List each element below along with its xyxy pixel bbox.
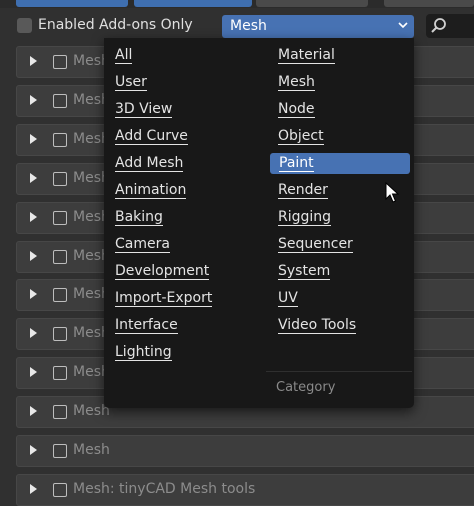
menu-item-material[interactable]: Material	[278, 45, 335, 66]
expand-arrow-icon[interactable]	[30, 172, 37, 183]
enabled-only-label: Enabled Add-ons Only	[38, 17, 193, 33]
menu-item-sequencer[interactable]: Sequencer	[278, 234, 353, 255]
addon-row-label: Mesh: tinyCAD Mesh tools	[73, 480, 256, 497]
category-dropdown[interactable]: Mesh	[222, 15, 414, 38]
menu-item-interface[interactable]: Interface	[115, 315, 178, 336]
addon-row[interactable]: Mesh	[16, 435, 474, 467]
menu-item-add-curve[interactable]: Add Curve	[115, 126, 188, 147]
expand-arrow-icon[interactable]	[30, 133, 37, 144]
menu-item-rigging[interactable]: Rigging	[278, 207, 332, 228]
addon-enable-checkbox[interactable]	[53, 132, 67, 147]
expand-arrow-icon[interactable]	[30, 289, 37, 300]
search-icon	[431, 18, 446, 33]
expand-arrow-icon[interactable]	[30, 94, 37, 105]
mouse-cursor-icon	[385, 182, 399, 203]
menu-item-render[interactable]: Render	[278, 180, 328, 201]
addon-enable-checkbox[interactable]	[53, 327, 67, 342]
menu-footer-title: Category	[276, 380, 336, 395]
category-dropdown-value: Mesh	[230, 18, 267, 34]
menu-item-baking[interactable]: Baking	[115, 207, 163, 228]
menu-item-development[interactable]: Development	[115, 261, 210, 282]
menu-item-node[interactable]: Node	[278, 99, 315, 120]
menu-item-camera[interactable]: Camera	[115, 234, 170, 255]
addon-enable-checkbox[interactable]	[53, 55, 67, 69]
expand-arrow-icon[interactable]	[30, 483, 37, 494]
menu-item-mesh[interactable]: Mesh	[278, 72, 315, 93]
menu-item-animation[interactable]: Animation	[115, 180, 187, 201]
tab-button-left[interactable]	[16, 0, 128, 7]
menu-item-3d-view[interactable]: 3D View	[115, 99, 173, 120]
addon-enable-checkbox[interactable]	[53, 210, 67, 225]
addon-enable-checkbox[interactable]	[53, 171, 67, 186]
chevron-down-icon	[398, 22, 408, 29]
addon-row[interactable]: Mesh: tinyCAD Mesh tools	[16, 473, 474, 506]
menu-separator	[266, 371, 412, 372]
expand-arrow-icon[interactable]	[30, 445, 37, 455]
menu-item-paint[interactable]: Paint	[270, 153, 410, 174]
addon-enable-checkbox[interactable]	[53, 482, 67, 497]
addon-row-label: Mesh	[73, 442, 110, 458]
menu-item-uv[interactable]: UV	[278, 288, 298, 309]
expand-arrow-icon[interactable]	[30, 56, 37, 66]
expand-arrow-icon[interactable]	[30, 367, 37, 378]
menu-item-add-mesh[interactable]: Add Mesh	[115, 153, 184, 174]
menu-item-object[interactable]: Object	[278, 126, 324, 147]
addon-enable-checkbox[interactable]	[53, 405, 67, 420]
enabled-only-checkbox[interactable]	[17, 18, 32, 33]
category-menu: All User 3D View Add Curve Add Mesh Anim…	[104, 38, 414, 408]
addon-enable-checkbox[interactable]	[53, 366, 67, 381]
menu-item-all[interactable]: All	[115, 45, 133, 66]
tab-button-middle[interactable]	[134, 0, 252, 7]
menu-item-video-tools[interactable]: Video Tools	[278, 315, 357, 336]
expand-arrow-icon[interactable]	[30, 328, 37, 339]
expand-arrow-icon[interactable]	[30, 211, 37, 222]
tab-button-right[interactable]	[256, 0, 368, 7]
menu-item-system[interactable]: System	[278, 261, 331, 282]
top-tab-strip	[0, 0, 474, 8]
menu-item-import-export[interactable]: Import-Export	[115, 288, 213, 309]
addon-enable-checkbox[interactable]	[53, 249, 67, 264]
addon-enable-checkbox[interactable]	[53, 93, 67, 108]
menu-item-lighting[interactable]: Lighting	[115, 342, 172, 363]
menu-item-user[interactable]: User	[115, 72, 147, 93]
search-field[interactable]	[426, 14, 474, 38]
tab-button-extra[interactable]	[384, 0, 474, 7]
addon-enable-checkbox[interactable]	[53, 444, 67, 458]
expand-arrow-icon[interactable]	[30, 250, 37, 261]
expand-arrow-icon[interactable]	[30, 406, 37, 417]
addon-enable-checkbox[interactable]	[53, 288, 67, 303]
